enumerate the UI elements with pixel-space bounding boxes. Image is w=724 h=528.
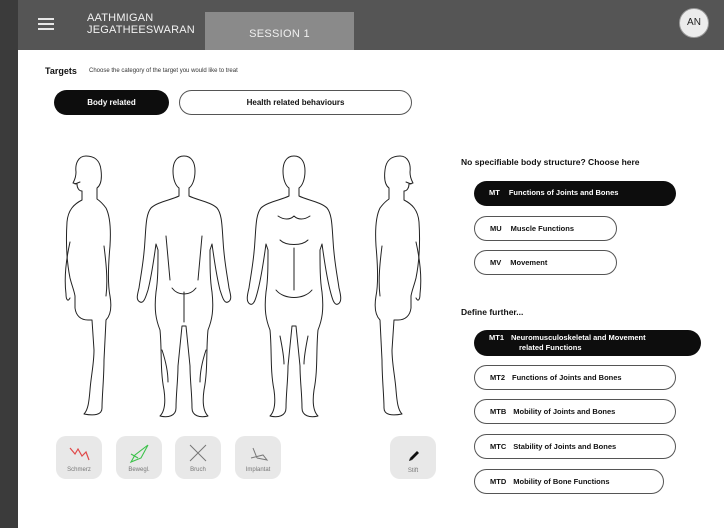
option-label: Functions of Joints and Bones (512, 373, 622, 382)
tool-bruch-button[interactable]: Bruch (175, 436, 221, 479)
option-label: Neuromusculoskeletal and Movement (511, 333, 646, 342)
user-name-line1: AATHMIGAN (87, 12, 154, 24)
targets-description: Choose the category of the target you wo… (89, 68, 238, 74)
option-mtb-mobility-of-joints-and-bones[interactable]: MTB Mobility of Joints and Bones (474, 399, 676, 424)
tool-implantat-button[interactable]: Implantat (235, 436, 281, 479)
option-label: Mobility of Bone Functions (513, 477, 610, 486)
tab-session-1[interactable]: SESSION 1 (205, 12, 354, 50)
option-code: MTB (490, 407, 507, 416)
define-further-title: Define further... (461, 307, 524, 317)
movement-angle-icon (129, 444, 149, 464)
option-label: Stability of Joints and Bones (513, 442, 617, 451)
option-mv-movement[interactable]: MV Movement (474, 250, 617, 275)
option-code: MTD (490, 477, 507, 486)
body-side-left[interactable] (64, 155, 112, 416)
user-name-line2: JEGATHEESWARAN (87, 24, 195, 36)
tool-schmerz-button[interactable]: Schmerz (56, 436, 102, 479)
fracture-x-icon (189, 444, 207, 462)
body-front[interactable] (246, 155, 342, 418)
option-mt2-functions-of-joints-and-bones[interactable]: MT2 Functions of Joints and Bones (474, 365, 676, 390)
option-label-line2: related Functions (519, 343, 582, 352)
pencil-icon (409, 451, 419, 461)
tool-stift-label: Stift (407, 468, 419, 474)
tab-health-related-behaviours[interactable]: Health related behaviours (179, 90, 412, 115)
option-code: MT1 (489, 333, 504, 342)
pain-zigzag-icon (69, 447, 90, 461)
left-sidebar-strip (0, 0, 18, 528)
option-code: MV (490, 258, 502, 267)
option-code: MTC (490, 442, 507, 451)
user-name: AATHMIGAN JEGATHEESWARAN (87, 12, 195, 36)
menu-icon[interactable] (38, 18, 54, 30)
tool-schmerz-label: Schmerz (67, 467, 91, 473)
body-figures[interactable] (48, 150, 448, 420)
avatar[interactable]: AN (679, 8, 709, 38)
tool-bewegl-label: Bewegl. (128, 467, 150, 473)
option-mt-functions-of-joints-and-bones[interactable]: MT Functions of Joints and Bones (474, 181, 676, 206)
option-label: Muscle Functions (510, 224, 575, 233)
tool-implantat-label: Implantat (245, 467, 271, 473)
option-label: Movement (510, 258, 548, 267)
option-mt1-neuromusculoskeletal[interactable]: MT1 Neuromusculoskeletal and Movement rel… (474, 330, 701, 356)
option-mtd-mobility-of-bone-functions[interactable]: MTD Mobility of Bone Functions (474, 469, 664, 494)
implant-icon (250, 447, 269, 461)
no-structure-title: No specifiable body structure? Choose he… (461, 157, 640, 167)
targets-label: Targets (45, 66, 77, 76)
tool-bewegl-button[interactable]: Bewegl. (116, 436, 162, 479)
tab-body-related[interactable]: Body related (54, 90, 169, 115)
option-code: MU (490, 224, 502, 233)
body-side-right[interactable] (374, 155, 422, 416)
tool-bruch-label: Bruch (190, 467, 206, 473)
tool-stift-button[interactable]: Stift (390, 436, 436, 479)
body-back[interactable] (136, 155, 232, 418)
option-code: MT2 (490, 373, 505, 382)
option-label: Functions of Joints and Bones (508, 188, 619, 197)
option-label: Mobility of Joints and Bones (513, 407, 616, 416)
option-code: MT (489, 188, 500, 197)
option-mtc-stability-of-joints-and-bones[interactable]: MTC Stability of Joints and Bones (474, 434, 676, 459)
top-header: AATHMIGAN JEGATHEESWARAN SESSION 1 AN (18, 0, 724, 50)
option-mu-muscle-functions[interactable]: MU Muscle Functions (474, 216, 617, 241)
